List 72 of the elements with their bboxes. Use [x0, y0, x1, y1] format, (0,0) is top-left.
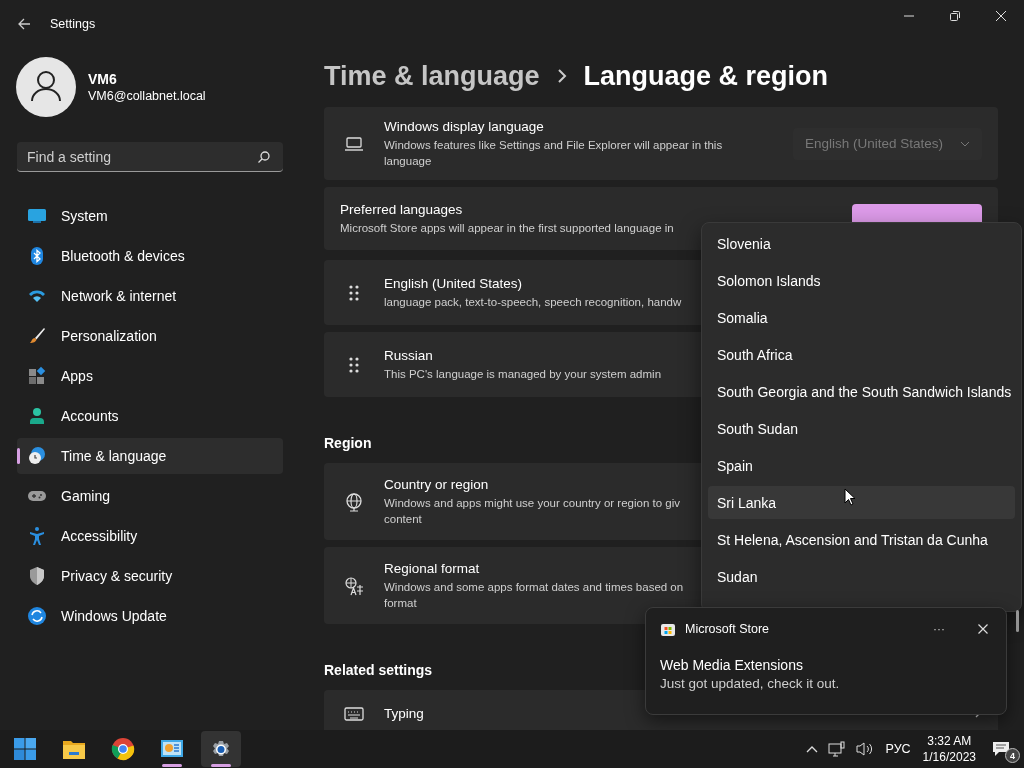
close-icon	[995, 10, 1007, 22]
nav-item[interactable]: Gaming	[17, 478, 283, 514]
search-field[interactable]: Find a setting	[17, 142, 283, 172]
chevron-down-icon	[960, 140, 970, 147]
breadcrumb-parent[interactable]: Time & language	[324, 60, 540, 92]
setting-title: Preferred languages	[340, 201, 463, 217]
network-icon[interactable]	[827, 741, 846, 757]
avatar-icon	[16, 57, 76, 117]
keyboard-icon	[342, 706, 366, 722]
country-option[interactable]: Slovenia	[708, 227, 1015, 260]
user-name: VM6	[88, 71, 118, 87]
language-description: This PC's language is managed by your system admin	[384, 366, 662, 382]
toast-title: Web Media Extensions	[660, 657, 804, 673]
globe-character-icon	[342, 575, 366, 596]
settings-button[interactable]	[201, 731, 241, 767]
more-button[interactable]: ···	[933, 622, 945, 636]
language-description: language pack, text-to-speech, speech recognition, handw	[384, 294, 682, 310]
nav-item[interactable]: Accounts	[17, 398, 283, 434]
setting-title: Regional format	[384, 560, 480, 576]
person-icon	[27, 406, 47, 426]
nav-item[interactable]: System	[17, 198, 283, 234]
notification-badge: 4	[1005, 748, 1020, 763]
clock[interactable]: 3:32 AM 1/16/2023	[922, 733, 976, 765]
laptop-icon	[342, 135, 366, 152]
setting-title: Country or region	[384, 476, 489, 492]
user-email: VM6@collabnet.local	[88, 89, 206, 103]
brush-icon	[27, 326, 47, 346]
nav-item[interactable]: Time & language	[17, 438, 283, 474]
setting-description: Windows and some apps format dates and times based on format	[384, 579, 684, 611]
windows-logo-icon	[13, 737, 37, 761]
language-name: Russian	[384, 347, 433, 363]
country-option[interactable]: South Sudan	[708, 412, 1015, 445]
setting-description: Windows and apps might use your country or region to giv content	[384, 495, 680, 527]
nav-item[interactable]: Personalization	[17, 318, 283, 354]
setting-description: Microsoft Store apps will appear in the first supported language in	[340, 220, 674, 236]
window-title: Settings	[50, 17, 96, 31]
nav-item[interactable]: Windows Update	[17, 598, 283, 634]
nav-item[interactable]: Privacy & security	[17, 558, 283, 594]
monitor-icon	[27, 206, 47, 226]
section-heading: Region	[324, 435, 372, 451]
store-icon	[660, 621, 676, 637]
chevron-up-icon[interactable]	[805, 745, 818, 753]
close-button[interactable]	[976, 622, 990, 636]
toast-app-name: Microsoft Store	[685, 622, 770, 636]
page-title: Language & region	[583, 60, 829, 92]
volume-icon[interactable]	[855, 741, 874, 757]
input-language[interactable]: РУС	[885, 742, 911, 756]
nav-item[interactable]: Bluetooth & devices	[17, 238, 283, 274]
search-icon	[257, 150, 271, 164]
accessibility-icon	[27, 526, 47, 546]
update-icon	[27, 606, 47, 626]
setting-description: Windows features like Settings and File Explorer will appear in this language	[384, 137, 723, 169]
nav-item[interactable]: Apps	[17, 358, 283, 394]
scrollbar[interactable]	[1016, 610, 1019, 632]
browser-icon	[111, 737, 135, 761]
chevron-icon	[555, 68, 568, 84]
toast-message: Just got updated, check it out.	[660, 676, 841, 691]
setting-title: Windows display language	[384, 118, 544, 134]
shield-icon	[27, 566, 47, 586]
country-option[interactable]: Sri Lanka	[708, 486, 1015, 519]
restore-icon	[949, 10, 961, 22]
close-icon	[978, 624, 988, 634]
nav-item[interactable]: Accessibility	[17, 518, 283, 554]
pointer-icon	[844, 488, 856, 506]
apps-icon	[27, 366, 47, 386]
section-heading: Related settings	[324, 662, 433, 678]
notification-icon[interactable]	[992, 741, 1010, 757]
clock-icon	[27, 446, 47, 466]
setting-title: Typing	[384, 706, 424, 721]
nav-item[interactable]: Network & internet	[17, 278, 283, 314]
language-name: English (United States)	[384, 275, 523, 291]
back-arrow-icon	[16, 16, 32, 32]
